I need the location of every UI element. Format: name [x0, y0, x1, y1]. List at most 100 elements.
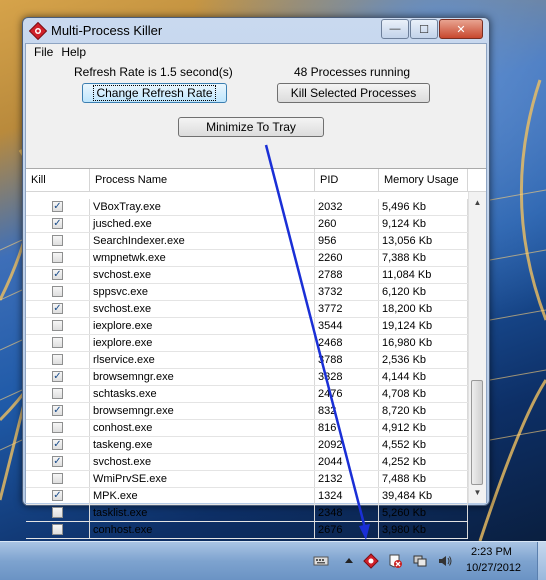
pid-cell: 956 — [315, 233, 379, 249]
pid-cell: 260 — [315, 216, 379, 232]
table-row[interactable]: conhost.exe 2676 3,980 Kb — [26, 522, 468, 539]
process-name-cell: svchost.exe — [90, 454, 315, 470]
memory-cell: 4,252 Kb — [379, 454, 468, 470]
table-row[interactable]: ✓ jusched.exe 260 9,124 Kb — [26, 216, 468, 233]
table-row[interactable]: iexplore.exe 3544 19,124 Kb — [26, 318, 468, 335]
action-center-icon[interactable] — [387, 553, 403, 569]
kill-checkbox[interactable]: ✓ — [52, 371, 63, 382]
table-row[interactable]: iexplore.exe 2468 16,980 Kb — [26, 335, 468, 352]
process-name-cell: browsemngr.exe — [90, 403, 315, 419]
menu-file[interactable]: File — [30, 44, 57, 62]
minimize-to-tray-button[interactable]: Minimize To Tray — [178, 117, 324, 137]
clock-date[interactable]: 10/27/2012 — [466, 562, 521, 574]
column-header-kill[interactable]: Kill — [26, 169, 90, 191]
taskbar: 2:23 PM 10/27/2012 — [0, 541, 546, 580]
menu-help[interactable]: Help — [57, 44, 90, 62]
scroll-down-icon[interactable]: ▼ — [469, 484, 486, 501]
kill-cell: ✓ — [26, 437, 90, 453]
process-name-cell: iexplore.exe — [90, 318, 315, 334]
table-row[interactable]: sppsvc.exe 3732 6,120 Kb — [26, 284, 468, 301]
kill-checkbox[interactable]: ✓ — [52, 303, 63, 314]
kill-cell — [26, 352, 90, 368]
table-row[interactable]: rlservice.exe 3788 2,536 Kb — [26, 352, 468, 369]
kill-cell: ✓ — [26, 488, 90, 504]
show-desktop-button[interactable] — [537, 542, 546, 580]
title-bar[interactable]: Multi-Process Killer — ☐ ✕ — [23, 18, 489, 44]
kill-checkbox[interactable]: ✓ — [52, 439, 63, 450]
window-title: Multi-Process Killer — [51, 23, 163, 38]
kill-checkbox[interactable] — [52, 524, 63, 535]
kill-cell: ✓ — [26, 369, 90, 385]
kill-checkbox[interactable]: ✓ — [52, 218, 63, 229]
minimize-button[interactable]: — — [381, 19, 409, 39]
minimize-icon: — — [389, 23, 401, 35]
show-hidden-icons-icon[interactable] — [341, 553, 357, 569]
keyboard-icon[interactable] — [313, 553, 329, 569]
table-row[interactable]: wmpnetwk.exe 2260 7,388 Kb — [26, 250, 468, 267]
table-row[interactable]: WmiPrvSE.exe 2132 7,488 Kb — [26, 471, 468, 488]
table-row[interactable]: ✓ browsemngr.exe 832 8,720 Kb — [26, 403, 468, 420]
memory-cell: 11,084 Kb — [379, 267, 468, 283]
table-row[interactable]: ✓ browsemngr.exe 3328 4,144 Kb — [26, 369, 468, 386]
kill-checkbox[interactable] — [52, 388, 63, 399]
control-panel: Refresh Rate is 1.5 second(s) 48 Process… — [26, 62, 486, 166]
table-row[interactable]: ✓ svchost.exe 2044 4,252 Kb — [26, 454, 468, 471]
pid-cell: 2044 — [315, 454, 379, 470]
kill-checkbox[interactable] — [52, 320, 63, 331]
volume-icon[interactable] — [437, 553, 453, 569]
pid-cell: 3544 — [315, 318, 379, 334]
memory-cell: 2,536 Kb — [379, 352, 468, 368]
maximize-button[interactable]: ☐ — [410, 19, 438, 39]
clock-time[interactable]: 2:23 PM — [471, 546, 512, 558]
kill-cell — [26, 471, 90, 487]
kill-checkbox[interactable] — [52, 235, 63, 246]
kill-checkbox[interactable] — [52, 473, 63, 484]
process-count-label: 48 Processes running — [294, 65, 411, 79]
scroll-up-icon[interactable]: ▲ — [469, 194, 486, 211]
kill-cell — [26, 386, 90, 402]
kill-checkbox[interactable] — [52, 422, 63, 433]
scroll-thumb[interactable] — [471, 380, 483, 485]
pid-cell: 3788 — [315, 352, 379, 368]
pid-cell: 3772 — [315, 301, 379, 317]
kill-checkbox[interactable] — [52, 354, 63, 365]
table-row[interactable]: ✓ taskeng.exe 2092 4,552 Kb — [26, 437, 468, 454]
kill-cell: ✓ — [26, 267, 90, 283]
memory-cell: 9,124 Kb — [379, 216, 468, 232]
kill-checkbox[interactable]: ✓ — [52, 201, 63, 212]
network-icon[interactable] — [412, 553, 428, 569]
table-row[interactable]: ✓ svchost.exe 2788 11,084 Kb — [26, 267, 468, 284]
kill-checkbox[interactable] — [52, 507, 63, 518]
table-row[interactable]: ✓ MPK.exe 1324 39,484 Kb — [26, 488, 468, 505]
table-row[interactable]: tasklist.exe 2348 5,260 Kb — [26, 505, 468, 522]
memory-cell: 19,124 Kb — [379, 318, 468, 334]
process-name-cell: rlservice.exe — [90, 352, 315, 368]
memory-cell: 18,200 Kb — [379, 301, 468, 317]
column-header-pid[interactable]: PID — [315, 169, 379, 191]
memory-cell: 4,144 Kb — [379, 369, 468, 385]
kill-checkbox[interactable]: ✓ — [52, 269, 63, 280]
kill-checkbox[interactable]: ✓ — [52, 490, 63, 501]
process-name-cell: svchost.exe — [90, 301, 315, 317]
change-refresh-rate-button[interactable]: Change Refresh Rate — [82, 83, 227, 103]
close-button[interactable]: ✕ — [439, 19, 483, 39]
kill-checkbox[interactable] — [52, 252, 63, 263]
app-tray-icon[interactable] — [363, 553, 379, 569]
kill-checkbox[interactable] — [52, 337, 63, 348]
kill-checkbox[interactable]: ✓ — [52, 405, 63, 416]
table-row[interactable]: ✓ svchost.exe 3772 18,200 Kb — [26, 301, 468, 318]
table-row[interactable]: SearchIndexer.exe 956 13,056 Kb — [26, 233, 468, 250]
table-row[interactable]: conhost.exe 816 4,912 Kb — [26, 420, 468, 437]
kill-checkbox[interactable] — [52, 286, 63, 297]
table-row[interactable]: schtasks.exe 2476 4,708 Kb — [26, 386, 468, 403]
column-header-process-name[interactable]: Process Name — [90, 169, 315, 191]
column-header-memory[interactable]: Memory Usage — [379, 169, 468, 191]
process-name-cell: sppsvc.exe — [90, 284, 315, 300]
kill-checkbox[interactable]: ✓ — [52, 456, 63, 467]
kill-selected-button[interactable]: Kill Selected Processes — [277, 83, 430, 103]
table-row[interactable]: ✓ VBoxTray.exe 2032 5,496 Kb — [26, 199, 468, 216]
pid-cell: 2132 — [315, 471, 379, 487]
vertical-scrollbar[interactable]: ▲ ▼ — [468, 192, 486, 503]
table-header: Kill Process Name PID Memory Usage — [26, 169, 486, 192]
kill-cell: ✓ — [26, 301, 90, 317]
